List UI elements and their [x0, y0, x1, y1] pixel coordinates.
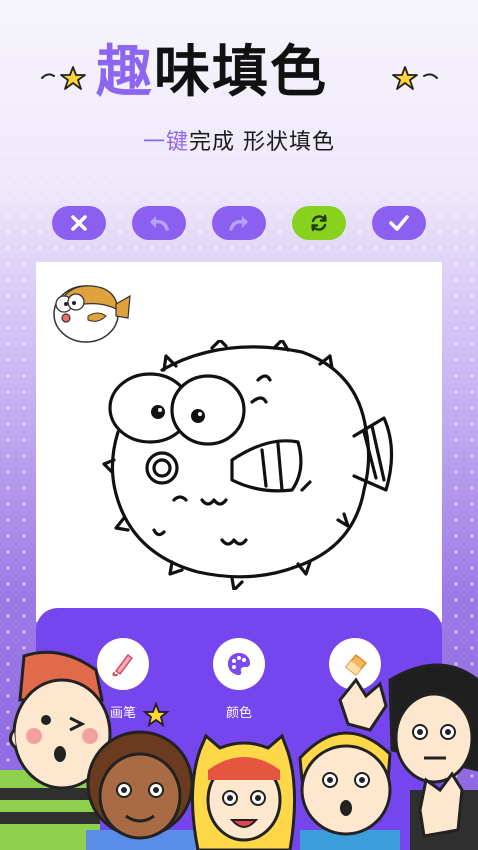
subtitle: 一键完成 形状填色: [0, 124, 478, 156]
reset-button[interactable]: [292, 206, 346, 240]
colored-pufferfish-preview-icon: [53, 285, 131, 343]
left-kid-figure: [0, 650, 112, 850]
redo-icon: [229, 216, 248, 231]
redo-button[interactable]: [212, 206, 266, 240]
undo-icon: [150, 216, 169, 231]
toolbar: [52, 206, 426, 242]
subtitle-rest: 完成 形状填色: [189, 130, 335, 155]
refresh-icon: [311, 214, 327, 232]
title-rest: 味填色: [154, 40, 328, 105]
subtitle-highlight: 一键: [142, 130, 189, 155]
check-icon: [389, 215, 409, 231]
page-title: 趣味填色: [96, 38, 328, 108]
title-highlight: 趣: [96, 40, 154, 105]
close-button[interactable]: [52, 206, 106, 240]
undo-button[interactable]: [132, 206, 186, 240]
star-left-icon: [41, 66, 86, 90]
cartoon-crowd-illustration: [0, 650, 478, 850]
title-row: 趣味填色: [0, 38, 478, 108]
cat-hood-kid-figure: [190, 733, 296, 850]
curly-kid-figure: [86, 730, 196, 850]
star-right-icon: [392, 66, 438, 90]
drawing-canvas[interactable]: [36, 262, 442, 622]
confirm-button[interactable]: [372, 206, 426, 240]
close-icon: [71, 215, 87, 231]
pufferfish-outline-drawing: [102, 340, 394, 590]
blonde-kid-figure: [298, 731, 400, 850]
